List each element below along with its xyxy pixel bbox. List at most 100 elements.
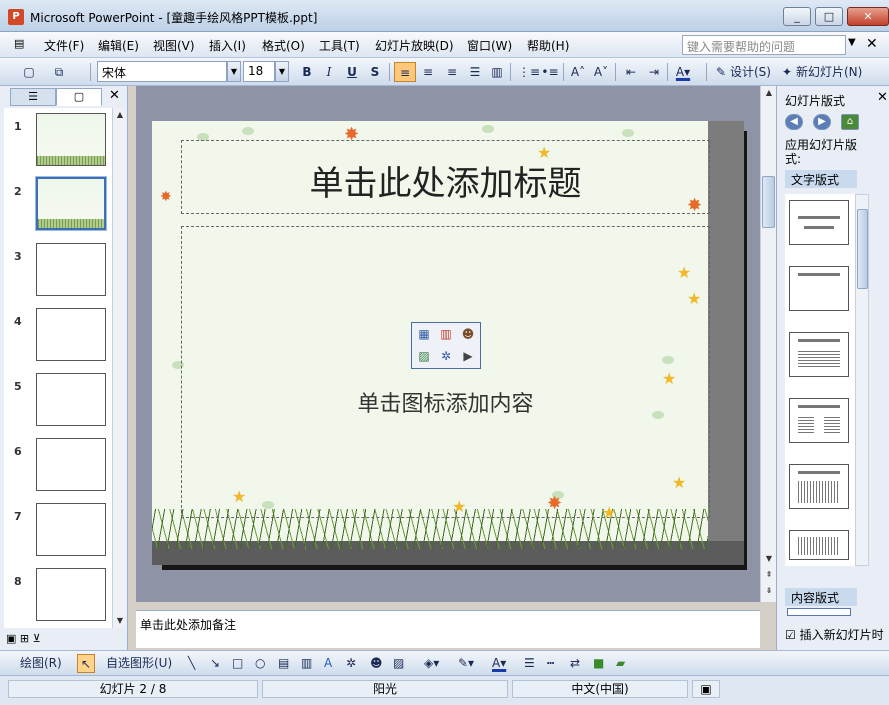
slide-scrollbar[interactable]: ▲ ▼ ⇞ ⇟ (760, 86, 776, 602)
increase-indent-icon[interactable]: ⇥ (645, 62, 663, 82)
picture-icon[interactable]: ▨ (393, 654, 404, 673)
diagram-icon[interactable]: ✲ (346, 654, 356, 673)
layout-title-slide[interactable] (789, 200, 849, 245)
align-right-icon[interactable]: ≡ (443, 62, 461, 82)
justify-icon[interactable]: ☰ (466, 62, 484, 82)
shadow-style-icon[interactable]: ■ (593, 654, 604, 673)
menu-help[interactable]: 帮助(H) (527, 37, 569, 54)
align-left-icon[interactable]: ≡ (394, 62, 416, 82)
new-slide-button[interactable]: 新幻灯片(N) (796, 62, 862, 82)
oval-icon[interactable]: ○ (255, 654, 265, 673)
slide-sorter-icon[interactable]: ⊞ (20, 632, 29, 645)
layout-vertical-title-text[interactable] (789, 530, 849, 560)
chevron-down-icon[interactable]: ▼ (848, 37, 856, 48)
next-slide-icon[interactable]: ⇟ (762, 584, 776, 598)
align-center-icon[interactable]: ≡ (419, 62, 437, 82)
layout-content-preview[interactable] (787, 608, 851, 616)
draw-menu-button[interactable]: 绘图(R) (20, 654, 62, 673)
font-color-icon[interactable]: A▾ (492, 654, 506, 673)
slide-thumbnail[interactable] (36, 438, 106, 491)
checkbox-icon[interactable]: ☑ (785, 628, 796, 642)
insert-chart-icon[interactable]: ▥ (438, 326, 454, 342)
menu-window[interactable]: 窗口(W) (467, 37, 512, 54)
home-icon[interactable]: ⌂ (841, 114, 859, 130)
line-icon[interactable]: ╲ (188, 654, 195, 673)
slide-thumbnail[interactable] (36, 243, 106, 296)
layout-title-text[interactable] (789, 332, 849, 377)
insert-picture-icon[interactable]: ▨ (416, 348, 432, 364)
menu-slideshow[interactable]: 幻灯片放映(D) (375, 37, 454, 54)
line-color-icon[interactable]: ✎▾ (458, 654, 474, 673)
forward-icon[interactable]: ▶ (813, 114, 831, 130)
help-search-input[interactable]: 键入需要帮助的问题 (682, 35, 846, 55)
rectangle-icon[interactable]: □ (232, 654, 243, 673)
slide-thumbnail[interactable] (36, 568, 106, 621)
insert-table-icon[interactable]: ▦ (416, 326, 432, 342)
numbered-list-icon[interactable]: ⋮≡ (518, 62, 540, 82)
menu-edit[interactable]: 编辑(E) (98, 37, 139, 54)
insert-clipart-icon[interactable]: ☻ (460, 326, 476, 342)
decrease-font-icon[interactable]: A˅ (592, 62, 610, 82)
restore-button[interactable]: □ (815, 7, 843, 26)
slide-thumbnail[interactable] (36, 308, 106, 361)
slide-thumbnail[interactable] (36, 373, 106, 426)
insert-new-slide-checkbox[interactable]: ☑ 插入新幻灯片时 (785, 626, 884, 643)
menu-view[interactable]: 视图(V) (153, 37, 195, 54)
dash-style-icon[interactable]: ┅ (547, 654, 554, 673)
copy-icon[interactable]: ⧉ (50, 62, 68, 82)
task-pane-title[interactable]: 幻灯片版式 (785, 92, 845, 109)
content-placeholder-text[interactable]: 单击图标添加内容 (181, 386, 710, 418)
title-placeholder-text[interactable]: 单击此处添加标题 (181, 156, 710, 205)
close-task-pane-button[interactable]: ✕ (877, 90, 888, 105)
underline-button[interactable]: U (343, 62, 361, 82)
slide-thumbnail[interactable] (36, 503, 106, 556)
slide-thumbnail-selected[interactable] (35, 176, 107, 231)
insert-media-icon[interactable]: ▶ (460, 348, 476, 364)
layout-two-column-text[interactable] (789, 398, 849, 443)
close-document-button[interactable]: ✕ (866, 36, 878, 52)
new-document-icon[interactable]: ▢ (20, 62, 38, 82)
line-style-icon[interactable]: ☰ (524, 654, 535, 673)
layout-vertical-text[interactable] (789, 464, 849, 509)
previous-slide-icon[interactable]: ⇞ (762, 568, 776, 582)
scroll-down-icon[interactable]: ▼ (113, 614, 127, 628)
tab-outline[interactable]: ☰ (10, 88, 56, 106)
document-icon[interactable]: ▤ (14, 37, 24, 50)
3d-style-icon[interactable]: ▰ (616, 654, 625, 673)
design-button[interactable]: 设计(S) (730, 62, 771, 82)
clipart-icon[interactable]: ☻ (370, 654, 383, 673)
slide-thumbnail[interactable] (36, 113, 106, 166)
select-cursor-icon[interactable]: ↖ (77, 654, 95, 673)
insert-diagram-icon[interactable]: ✲ (438, 348, 454, 364)
scroll-up-icon[interactable]: ▲ (113, 108, 127, 122)
vertical-textbox-icon[interactable]: ▥ (301, 654, 312, 673)
tab-slides[interactable]: ▢ (56, 88, 102, 106)
font-color-icon[interactable]: A▾ (674, 62, 692, 82)
increase-font-icon[interactable]: A˄ (569, 62, 587, 82)
autoshapes-menu-button[interactable]: 自选图形(U) (106, 654, 172, 673)
new-slide-icon[interactable]: ✦ (778, 62, 796, 82)
layout-scrollbar[interactable] (855, 194, 869, 566)
scroll-down-icon[interactable]: ▼ (762, 552, 776, 566)
slideshow-icon[interactable]: ⊻ (33, 632, 41, 645)
scrollbar-thumb[interactable] (762, 176, 775, 228)
scrollbar-thumb[interactable] (857, 209, 868, 289)
notes-pane[interactable]: 单击此处添加备注 (136, 610, 760, 648)
arrow-icon[interactable]: ↘ (210, 654, 220, 673)
spelling-icon[interactable]: ▣ (692, 680, 720, 698)
design-icon[interactable]: ✎ (712, 62, 730, 82)
italic-button[interactable]: I (320, 62, 338, 82)
menu-insert[interactable]: 插入(I) (209, 37, 246, 54)
minimize-button[interactable]: _ (783, 7, 811, 26)
close-pane-button[interactable]: ✕ (109, 88, 120, 103)
bold-button[interactable]: B (298, 62, 316, 82)
fill-color-icon[interactable]: ◈▾ (424, 654, 439, 673)
textbox-icon[interactable]: ▤ (278, 654, 289, 673)
back-icon[interactable]: ◀ (785, 114, 803, 130)
arrow-style-icon[interactable]: ⇄ (570, 654, 580, 673)
shadow-button[interactable]: S (366, 62, 384, 82)
scroll-up-icon[interactable]: ▲ (762, 86, 776, 100)
decrease-indent-icon[interactable]: ⇤ (622, 62, 640, 82)
menu-format[interactable]: 格式(O) (262, 37, 305, 54)
font-size-select[interactable]: 18 (243, 61, 275, 82)
